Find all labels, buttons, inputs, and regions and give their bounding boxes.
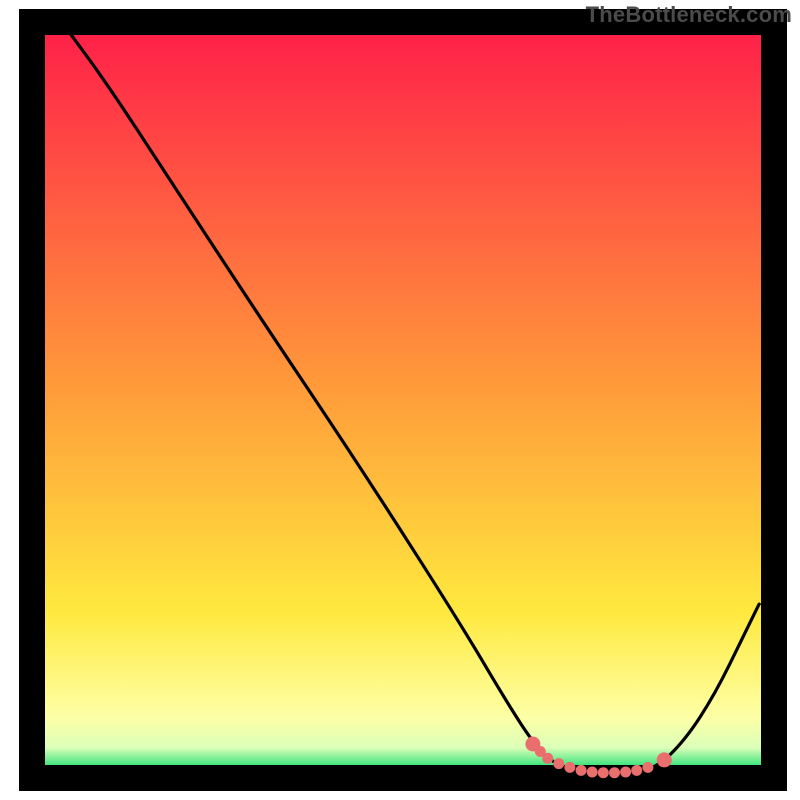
highlight-dot xyxy=(587,767,598,778)
highlight-dot xyxy=(620,767,631,778)
chart-frame: TheBottleneck.com xyxy=(0,0,800,800)
highlight-dot xyxy=(631,765,642,776)
plot-background xyxy=(32,22,774,778)
highlight-dot xyxy=(576,765,587,776)
highlight-dot xyxy=(564,762,575,773)
highlight-dot xyxy=(642,762,653,773)
highlight-dot xyxy=(542,753,553,764)
highlight-dot xyxy=(553,758,564,769)
highlight-dot xyxy=(609,767,620,778)
bottleneck-chart xyxy=(0,0,800,800)
highlight-dot xyxy=(598,767,609,778)
highlight-dot xyxy=(657,752,672,767)
watermark-text: TheBottleneck.com xyxy=(586,2,792,28)
